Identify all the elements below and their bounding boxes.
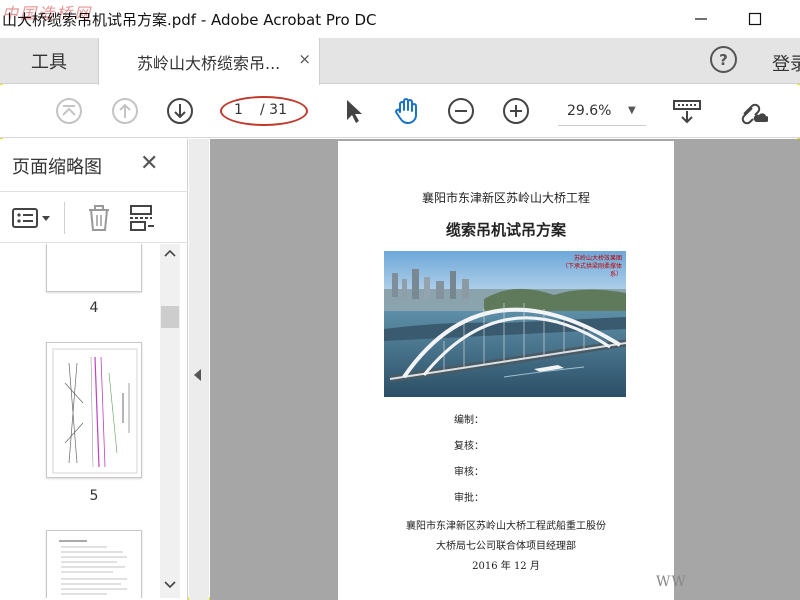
share-link-button[interactable] — [738, 96, 768, 126]
minimize-button[interactable] — [686, 6, 716, 32]
maximize-icon — [748, 12, 762, 26]
trash-icon[interactable] — [86, 204, 112, 232]
panel-collapse-strip[interactable] — [189, 139, 209, 600]
zoom-in-button[interactable] — [501, 96, 531, 126]
watermark-bottom: WW — [656, 574, 687, 590]
document-view[interactable]: 襄阳市东津新区苏岭山大桥工程 缆索吊机试吊方案 苏岭山大桥效果图 （下承式拱梁刚… — [210, 139, 800, 600]
hand-icon — [395, 98, 417, 124]
bridge-rendering-image: 苏岭山大桥效果图 （下承式拱梁刚柔撑体系） — [384, 251, 626, 397]
arrow-down-icon — [167, 98, 193, 124]
login-button[interactable]: 登录 — [772, 50, 800, 76]
hand-tool-button[interactable] — [392, 96, 422, 126]
options-menu-icon[interactable] — [12, 206, 56, 230]
chevron-left-icon[interactable] — [194, 369, 201, 381]
first-page-icon — [56, 98, 82, 124]
thumbnails-list: 4 5 — [0, 244, 160, 598]
field-prepared-by: 编制： — [454, 415, 484, 426]
scroll-mode-button[interactable] — [672, 96, 702, 126]
thumbnails-scrollbar[interactable] — [160, 244, 180, 598]
divider — [64, 202, 65, 234]
pdf-page: 襄阳市东津新区苏岭山大桥工程 缆索吊机试吊方案 苏岭山大桥效果图 （下承式拱梁刚… — [338, 141, 674, 600]
toolbar: 1 / 31 29.6% ▼ — [0, 85, 800, 138]
keyboard-scroll-icon — [673, 100, 701, 124]
close-icon[interactable]: ✕ — [140, 151, 158, 176]
tab-tools[interactable]: 工具 — [0, 38, 98, 84]
photo-caption-line1: 苏岭山大桥效果图 — [573, 255, 622, 262]
doc-footer-line2: 大桥局七公司联合体项目经理部 — [436, 541, 576, 552]
help-icon[interactable]: ? — [710, 46, 737, 73]
drawing-thumbnail — [52, 348, 138, 474]
thumbnail-page-4[interactable] — [46, 244, 142, 292]
text-page-thumbnail — [59, 540, 127, 595]
thumbnail-label: 5 — [89, 488, 99, 504]
panel-toolbar — [0, 191, 188, 243]
previous-page-button[interactable] — [110, 96, 140, 126]
thumbnails-panel: 页面缩略图 ✕ 4 5 — [0, 139, 188, 600]
thumbnail-page-5[interactable] — [46, 342, 142, 478]
scrollbar-thumb[interactable] — [161, 306, 179, 328]
tab-document-label: 苏岭山大桥缆索吊... — [137, 54, 281, 73]
doc-organization: 襄阳市东津新区苏岭山大桥工程 — [421, 191, 590, 205]
photo-caption: 苏岭山大桥效果图 （下承式拱梁刚柔撑体系） — [560, 255, 622, 279]
title-bar: 中国造桥网 山大桥缆索吊机试吊方案.pdf - Adobe Acrobat Pr… — [0, 0, 800, 38]
zoom-out-icon — [448, 98, 474, 124]
tab-document[interactable]: 苏岭山大桥缆索吊... × — [98, 38, 320, 85]
panel-title: 页面缩略图 — [12, 157, 102, 178]
thumbnail-label: 4 — [89, 300, 99, 316]
chevron-up-icon[interactable] — [164, 248, 176, 258]
thumbnail-page-6[interactable] — [46, 530, 142, 598]
doc-footer-date: 2016 年 12 月 — [472, 561, 540, 572]
tab-close-icon[interactable]: × — [298, 50, 311, 68]
minimize-icon — [695, 18, 707, 20]
page-number-input[interactable]: 1 — [234, 102, 243, 118]
zoom-out-button[interactable] — [446, 96, 476, 126]
select-tool-button[interactable] — [338, 96, 368, 126]
photo-caption-line2: （下承式拱梁刚柔撑体系） — [561, 263, 622, 278]
insert-page-icon[interactable] — [128, 204, 156, 232]
field-reviewed-by: 审核： — [454, 467, 484, 478]
chevron-down-icon[interactable] — [164, 580, 176, 590]
zoom-value: 29.6% — [567, 103, 612, 119]
field-approved-by: 审批： — [454, 493, 484, 504]
cursor-arrow-icon — [347, 100, 362, 123]
link-cloud-icon — [741, 103, 768, 125]
tab-bar: 工具 苏岭山大桥缆索吊... × ? 登录 — [0, 38, 800, 85]
window-title: 山大桥缆索吊机试吊方案.pdf - Adobe Acrobat Pro DC — [2, 11, 377, 29]
page-total: / 31 — [260, 102, 287, 118]
doc-footer-line1: 襄阳市东津新区苏岭山大桥工程武船重工股份 — [406, 521, 606, 532]
doc-title: 缆索吊机试吊方案 — [445, 221, 566, 239]
next-page-button[interactable] — [165, 96, 195, 126]
first-page-button[interactable] — [54, 96, 84, 126]
zoom-in-icon — [503, 98, 529, 124]
maximize-button[interactable] — [740, 6, 770, 32]
chevron-down-icon[interactable]: ▼ — [628, 105, 636, 116]
arrow-up-icon — [112, 98, 138, 124]
field-checked-by: 复核： — [454, 441, 484, 452]
